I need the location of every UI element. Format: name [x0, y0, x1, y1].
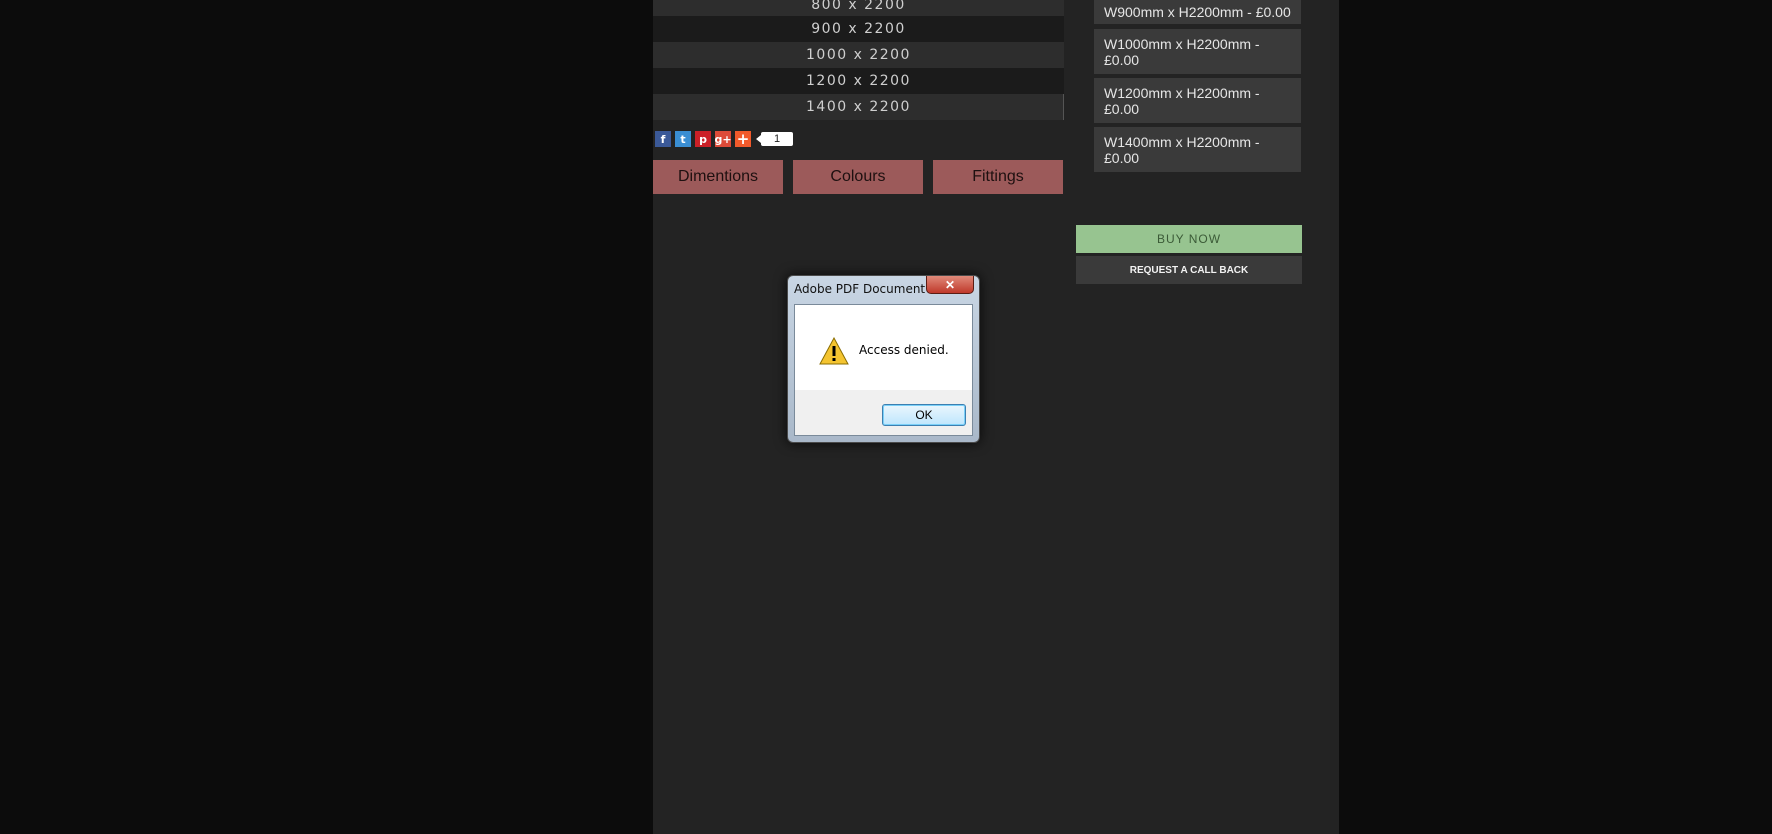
- size-row: 1200 x 2200: [653, 68, 1064, 94]
- warning-icon: [819, 337, 849, 365]
- pinterest-icon[interactable]: p: [695, 131, 711, 147]
- dialog-message: Access denied.: [859, 343, 949, 357]
- request-callback-button[interactable]: REQUEST A CALL BACK: [1076, 256, 1302, 284]
- size-option[interactable]: W1000mm x H2200mm - £0.00: [1094, 29, 1301, 74]
- dialog-title: Adobe PDF Document: [794, 282, 926, 296]
- size-row: 900 x 2200: [653, 16, 1064, 42]
- size-row: 800 x 2200: [653, 0, 1064, 16]
- close-icon[interactable]: ✕: [926, 276, 974, 294]
- tab-dimentions[interactable]: Dimentions: [653, 160, 783, 194]
- dialog-content: Access denied. OK: [794, 304, 973, 436]
- tab-fittings[interactable]: Fittings: [933, 160, 1063, 194]
- ok-button[interactable]: OK: [882, 404, 966, 426]
- share-plus-icon[interactable]: +: [735, 130, 751, 148]
- google-plus-icon[interactable]: g+: [714, 131, 732, 147]
- facebook-icon[interactable]: f: [655, 131, 671, 147]
- tab-colours[interactable]: Colours: [793, 160, 923, 194]
- buy-now-button[interactable]: BUY NOW: [1076, 225, 1302, 253]
- size-option[interactable]: W900mm x H2200mm - £0.00: [1094, 0, 1301, 24]
- size-table: 800 x 2200 900 x 2200 1000 x 2200 1200 x…: [653, 0, 1064, 120]
- size-row: 1400 x 2200: [653, 94, 1064, 120]
- share-count: 1: [756, 132, 793, 146]
- table-divider: [1063, 94, 1064, 120]
- message-area: Access denied.: [795, 305, 972, 390]
- share-bar: f t p g+ + 1: [655, 130, 793, 148]
- size-option[interactable]: W1200mm x H2200mm - £0.00: [1094, 78, 1301, 123]
- button-area: OK: [795, 390, 972, 435]
- product-page: 800 x 2200 900 x 2200 1000 x 2200 1200 x…: [653, 0, 1339, 834]
- alert-dialog: Adobe PDF Document ✕ Access denied. OK: [787, 275, 980, 443]
- size-option[interactable]: W1400mm x H2200mm - £0.00: [1094, 127, 1301, 172]
- size-row: 1000 x 2200: [653, 42, 1064, 68]
- twitter-icon[interactable]: t: [675, 131, 691, 147]
